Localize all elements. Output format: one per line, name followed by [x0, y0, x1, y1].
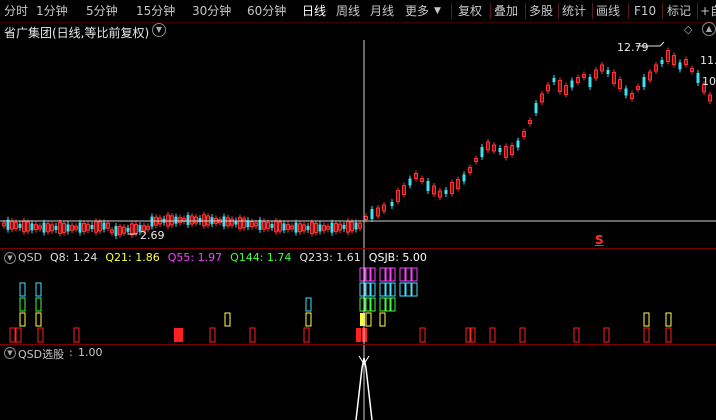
qsd-bar — [643, 312, 650, 327]
sell-signal-marker: S — [595, 233, 604, 247]
qsd-bar — [19, 297, 26, 312]
qsd-bar — [489, 327, 496, 343]
qsd-bar — [178, 328, 183, 342]
qsd-bar — [411, 267, 418, 282]
qsd-bar — [35, 282, 42, 297]
panel-divider-main — [0, 248, 716, 249]
qsd-bar — [411, 282, 418, 297]
select-indicator-sep: : — [69, 346, 73, 359]
qsd-bar — [405, 267, 412, 282]
qsd-bar — [73, 327, 80, 343]
qsd-bar — [249, 327, 256, 343]
qsd-bar — [35, 297, 42, 312]
price-high-label: 12.79 — [617, 41, 649, 54]
qsd-bar — [9, 327, 16, 343]
qsd-bar — [224, 312, 231, 327]
qsd-bar — [643, 327, 650, 343]
price-right-label-2: 10 — [702, 75, 716, 88]
qsd-value-qsjb: QSJB: 5.00 — [368, 251, 427, 264]
select-collapse-icon[interactable]: ▼ — [4, 347, 16, 359]
panel-divider-qsd — [0, 344, 716, 345]
price-low-label: 2.69 — [140, 229, 165, 242]
candlestick-series — [2, 47, 712, 239]
qsd-bar — [665, 327, 672, 343]
qsd-bar — [399, 282, 406, 297]
qsd-value-q21: Q21: 1.86 — [105, 251, 160, 264]
qsd-bar — [365, 312, 372, 327]
qsd-bar — [37, 327, 44, 343]
qsd-bar — [665, 312, 672, 327]
qsd-bar — [303, 327, 310, 343]
qsd-bar — [19, 282, 26, 297]
qsd-bar — [379, 297, 386, 312]
select-indicator-name[interactable]: QSD选股 — [18, 346, 64, 362]
qsd-bar — [519, 327, 526, 343]
kline-chart[interactable] — [0, 0, 716, 420]
qsd-bar — [15, 327, 22, 343]
qsd-bar — [379, 267, 386, 282]
qsd-bar — [305, 312, 312, 327]
select-indicator-value: 1.00 — [78, 346, 103, 359]
qsd-indicator-name[interactable]: QSD — [18, 251, 42, 265]
qsd-indicator-bars — [9, 267, 672, 343]
qsd-bar — [379, 282, 386, 297]
qsd-bar — [419, 327, 426, 343]
qsd-bar — [35, 312, 42, 327]
qsd-bar — [209, 327, 216, 343]
qsd-bar — [405, 282, 412, 297]
qsd-bar — [399, 267, 406, 282]
qsd-values-row: Q8: 1.24 Q21: 1.86 Q55: 1.97 Q144: 1.74 Q233… — [50, 251, 435, 265]
qsd-value-q233: Q233: 1.61 — [299, 251, 361, 264]
qsd-value-q144: Q144: 1.74 — [230, 251, 292, 264]
qsd-bar — [379, 312, 386, 327]
qsd-bar — [356, 328, 361, 342]
qsd-bar — [603, 327, 610, 343]
qsd-value-q55: Q55: 1.97 — [167, 251, 223, 264]
price-right-label-1: 11. — [700, 54, 716, 67]
qsd-bar — [19, 312, 26, 327]
qsd-bar — [573, 327, 580, 343]
qsd-collapse-icon[interactable]: ▼ — [4, 252, 16, 264]
qsd-value-q8: Q8: 1.24 — [50, 251, 98, 264]
qsd-bar — [305, 297, 312, 312]
